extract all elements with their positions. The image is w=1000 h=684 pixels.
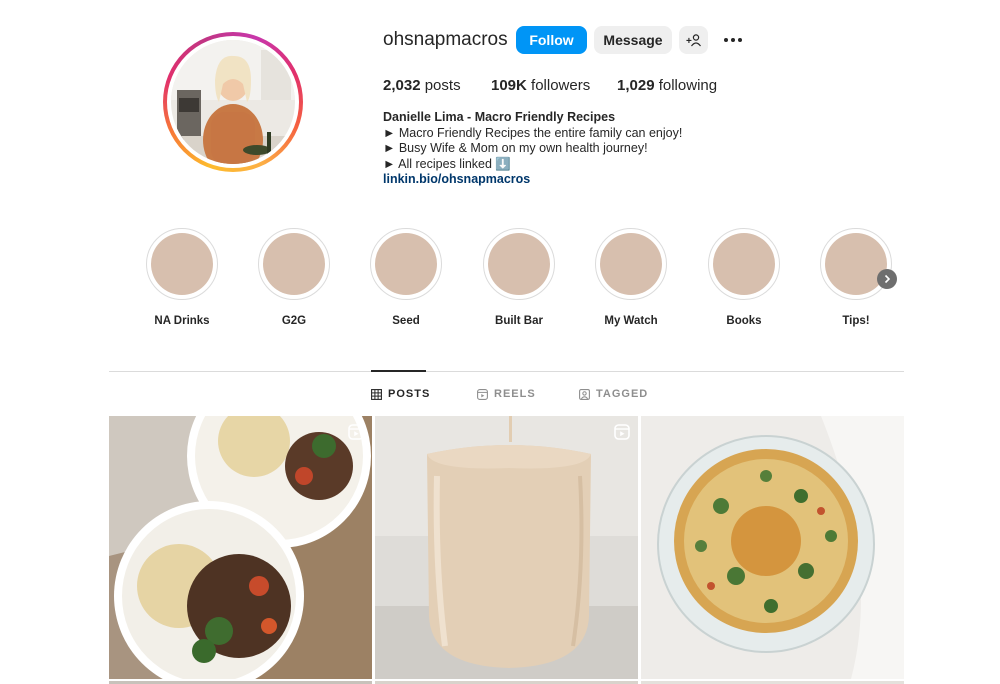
highlight-seed[interactable]: Seed [350, 228, 462, 328]
follow-button[interactable]: Follow [516, 26, 587, 54]
highlight-g2g[interactable]: G2G [238, 228, 350, 328]
tab-label: POSTS [388, 388, 431, 400]
bio-link[interactable]: linkin.bio/ohsnapmacros [383, 172, 530, 186]
post-image-quiche [641, 416, 904, 679]
highlight-ring [820, 228, 892, 300]
following-label: following [658, 77, 718, 94]
following-stat[interactable]: 1,029 following [617, 76, 717, 96]
highlight-cover [375, 233, 437, 295]
posts-count: 2,032 [383, 77, 421, 94]
bio: Danielle Lima - Macro Friendly Recipes ►… [383, 110, 682, 188]
highlight-cover [600, 233, 662, 295]
highlight-na-drinks[interactable]: NA Drinks [126, 228, 238, 328]
highlight-label: NA Drinks [154, 315, 210, 327]
tab-label: TAGGED [596, 388, 649, 400]
tab-label: REELS [494, 388, 536, 400]
highlight-ring [595, 228, 667, 300]
followers-stat[interactable]: 109K followers [491, 76, 590, 96]
posts-label: posts [424, 77, 461, 94]
highlight-cover [488, 233, 550, 295]
highlight-label: G2G [281, 315, 307, 327]
bio-line: ► Macro Friendly Recipes the entire fami… [383, 125, 683, 140]
avatar-gap [167, 36, 299, 168]
avatar-photo [171, 40, 295, 164]
bio-line: ► Busy Wife & Mom on my own health journ… [383, 141, 648, 155]
following-count: 1,029 [617, 77, 655, 94]
post-tile[interactable] [375, 416, 638, 679]
reels-icon [477, 388, 488, 400]
active-tab-indicator [371, 370, 426, 372]
highlight-label: Tips! [842, 315, 870, 327]
highlight-cover [713, 233, 775, 295]
bio-name: Danielle Lima - Macro Friendly Recipes [383, 110, 616, 124]
highlight-ring [370, 228, 442, 300]
tab-posts[interactable]: POSTS [371, 388, 430, 400]
chevron-right-icon[interactable] [877, 269, 897, 289]
highlight-books[interactable]: Books [688, 228, 800, 328]
suggested-accounts-button[interactable]: + [679, 26, 708, 54]
post-tile[interactable] [641, 416, 904, 679]
highlight-cover [263, 233, 325, 295]
highlight-label: Books [726, 315, 762, 327]
avatar[interactable] [171, 40, 295, 164]
highlight-label: My Watch [604, 315, 658, 327]
followers-label: followers [531, 77, 591, 94]
highlight-cover [825, 233, 887, 295]
tab-tagged[interactable]: TAGGED [579, 388, 648, 400]
tagged-icon [579, 388, 590, 400]
highlight-label: Built Bar [495, 315, 543, 327]
highlight-ring [483, 228, 555, 300]
highlight-ring [258, 228, 330, 300]
profile-avatar-ring[interactable] [163, 32, 303, 172]
tabs-divider [109, 371, 904, 372]
reel-icon [614, 424, 630, 440]
post-image-smoothie [375, 416, 638, 679]
message-button[interactable]: Message [594, 26, 672, 54]
highlight-ring [146, 228, 218, 300]
highlight-my-watch[interactable]: My Watch [575, 228, 687, 328]
highlight-ring [708, 228, 780, 300]
highlight-label: Seed [392, 315, 420, 327]
username: ohsnapmacros [383, 29, 508, 50]
followers-count: 109K [491, 77, 527, 94]
post-image-beef-bowls [109, 416, 372, 679]
svg-text:+: + [686, 36, 692, 47]
highlight-cover [151, 233, 213, 295]
posts-stat: 2,032 posts [383, 76, 461, 96]
reel-icon [348, 424, 364, 440]
grid-icon [371, 388, 382, 400]
bio-line: ► All recipes linked ⬇️ [383, 156, 511, 171]
more-options-icon[interactable] [720, 30, 746, 50]
add-person-icon: + [686, 34, 701, 47]
tab-reels[interactable]: REELS [477, 388, 536, 400]
highlight-built-bar[interactable]: Built Bar [463, 228, 575, 328]
post-tile[interactable] [109, 416, 372, 679]
